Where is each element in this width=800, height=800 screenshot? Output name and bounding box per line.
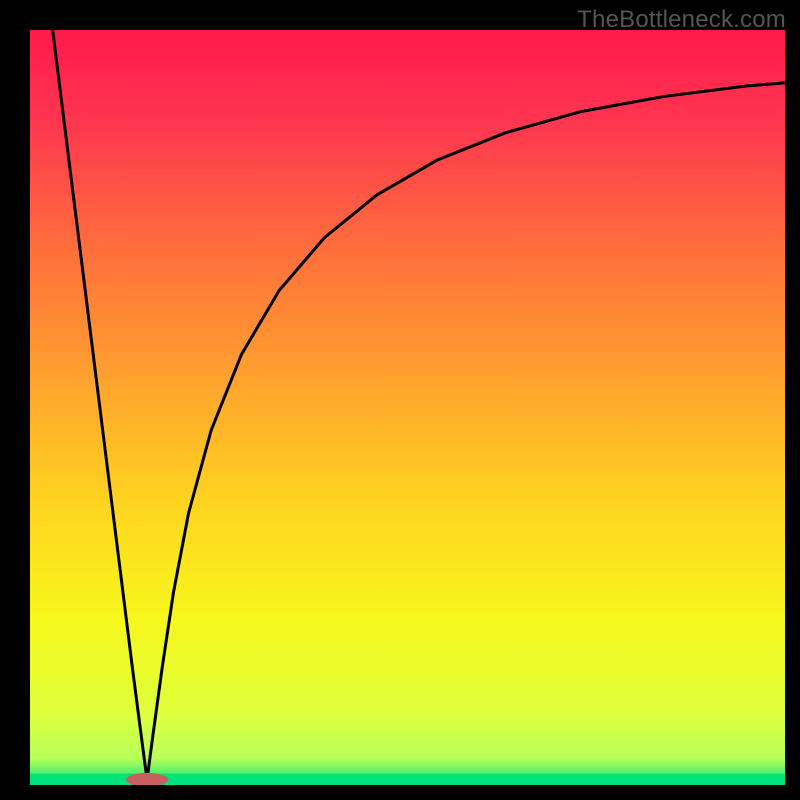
bottleneck-plot	[30, 30, 785, 785]
chart-frame: TheBottleneck.com	[0, 0, 800, 800]
gradient-background	[30, 30, 785, 785]
watermark-text: TheBottleneck.com	[577, 6, 786, 34]
